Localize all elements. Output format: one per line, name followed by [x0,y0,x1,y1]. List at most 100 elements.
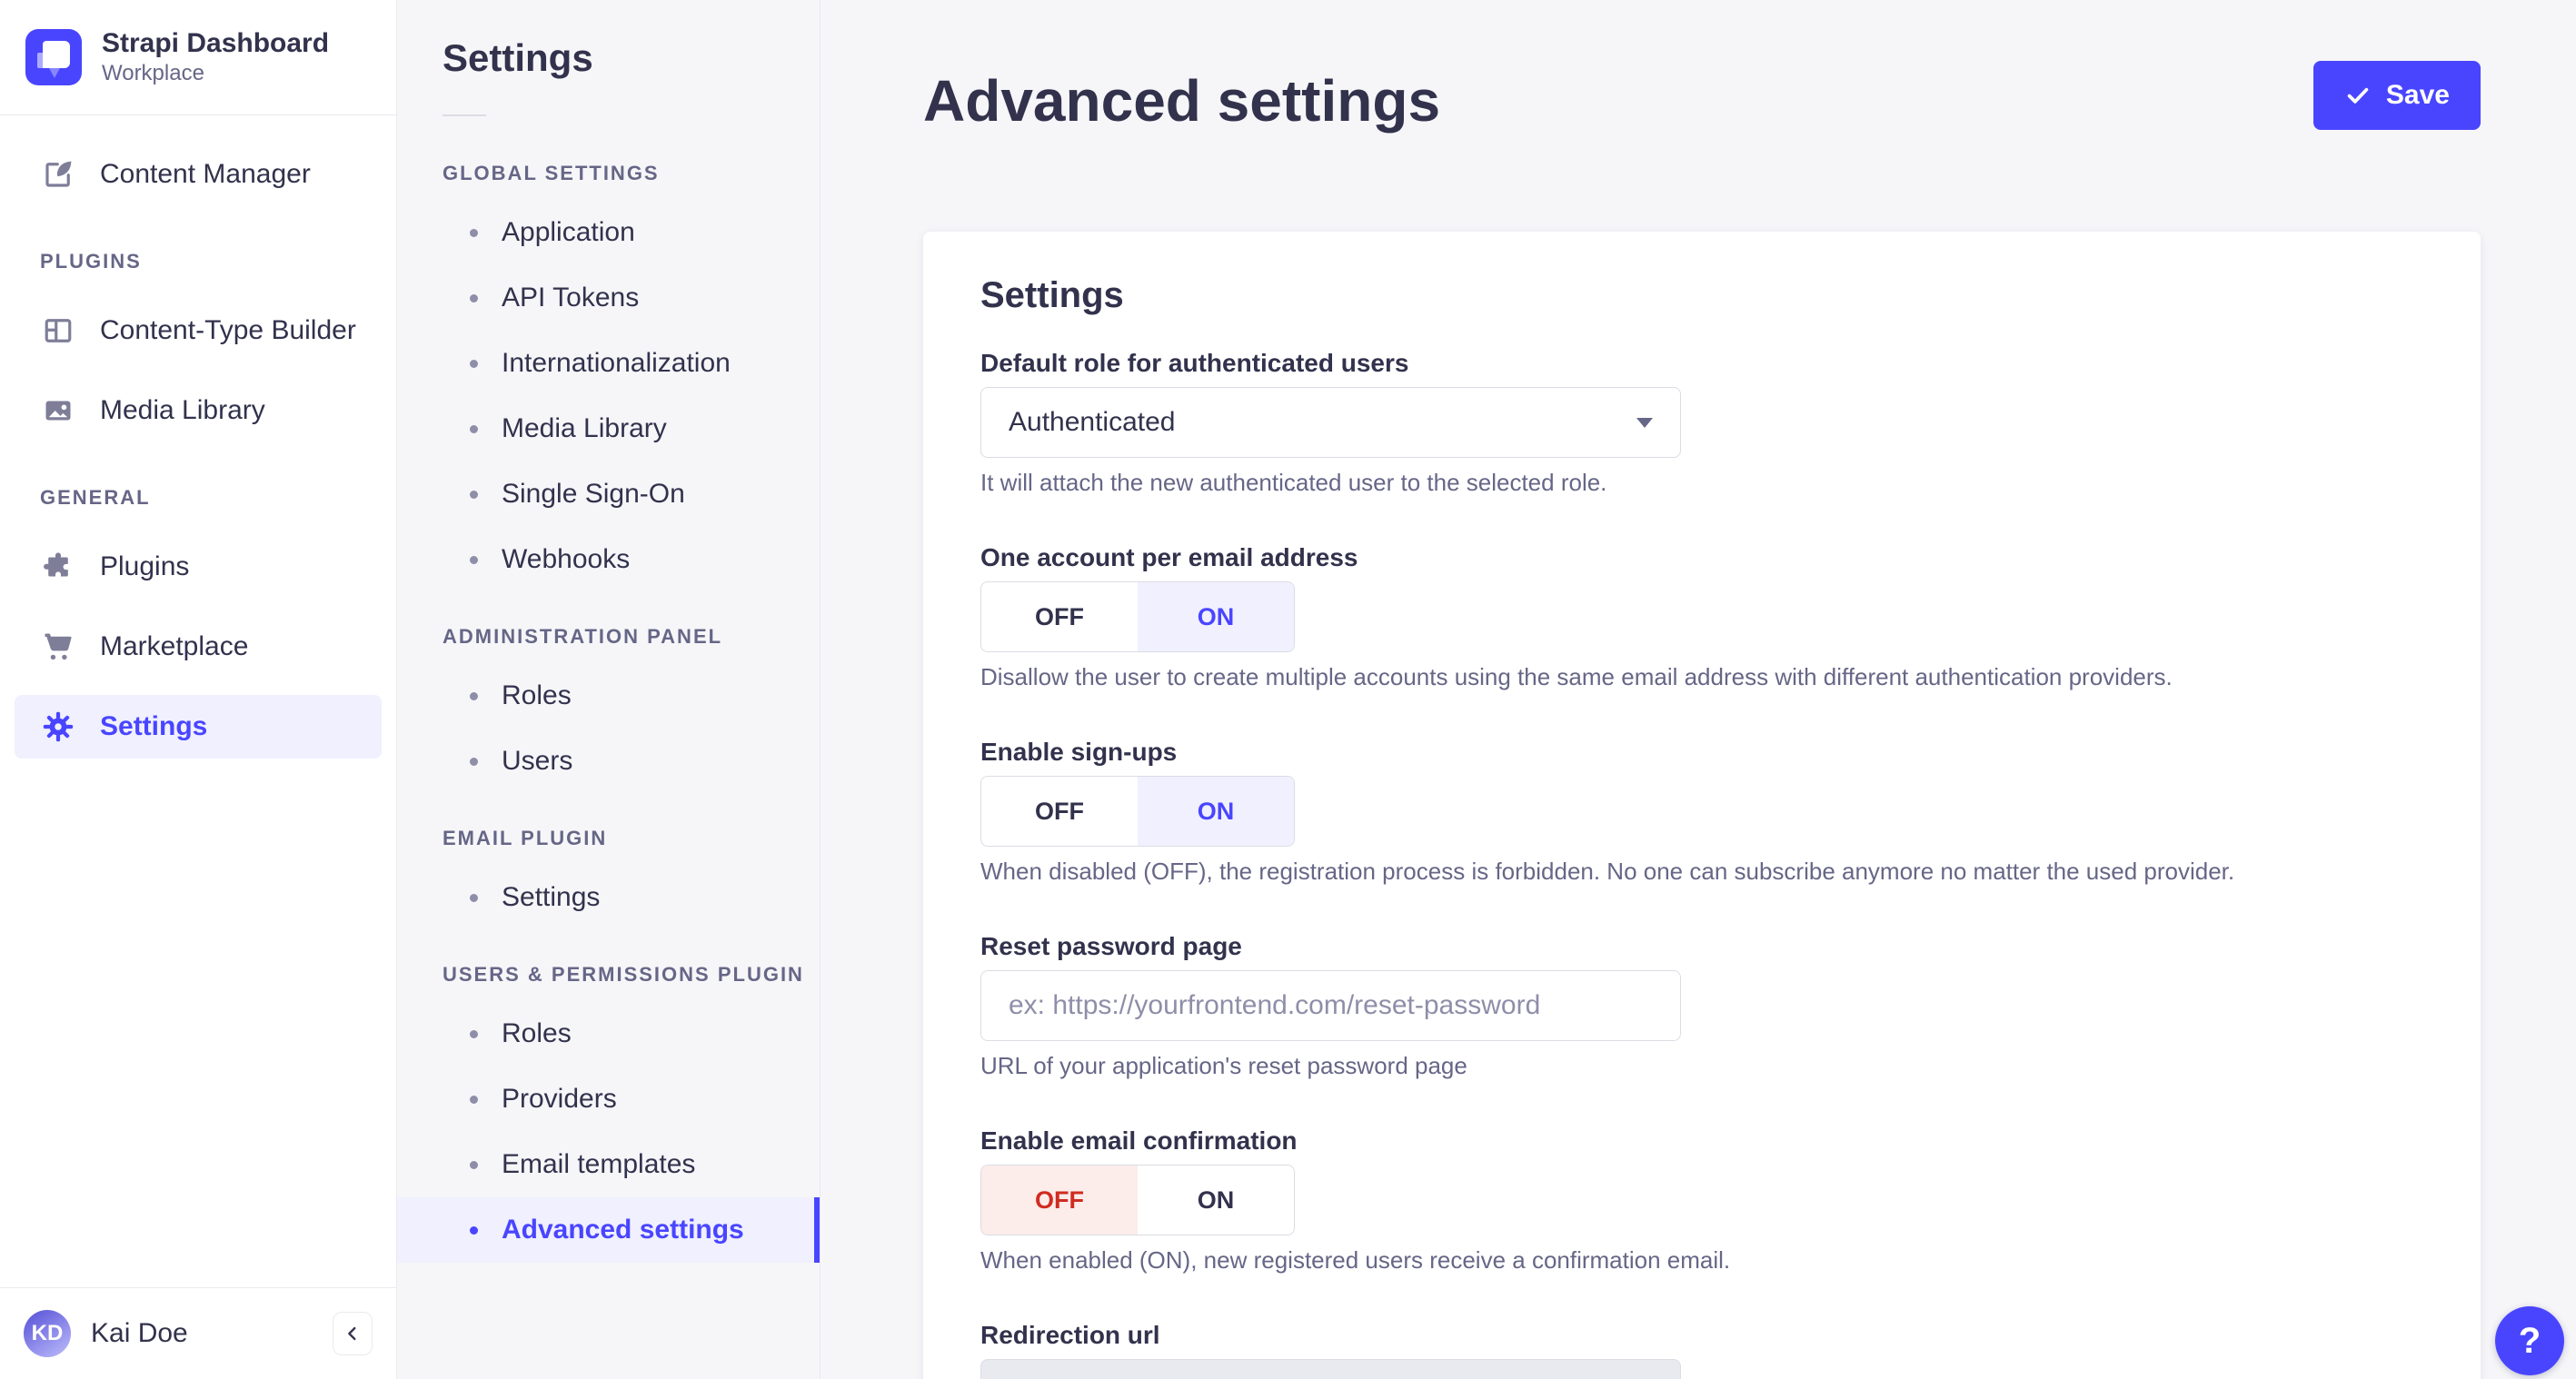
sidebar-item-media-library[interactable]: Media Library [15,379,382,442]
reset-password-page-input[interactable] [980,970,1681,1041]
sidebar-item-plugins[interactable]: Plugins [15,535,382,599]
subnav-item-application[interactable]: Application [397,200,820,265]
field-hint: URL of your application's reset password… [980,1052,1467,1079]
field-label: Default role for authenticated users [980,349,1409,377]
field-label: Enable email confirmation [980,1126,1298,1155]
sidebar-item-content-manager[interactable]: Content Manager [15,143,382,206]
bullet-icon [470,228,478,237]
default-role-select[interactable]: Authenticated [980,387,1681,458]
field-enable-email-confirmation: Enable email confirmation OFF ON When en… [980,1126,1731,1275]
content-type-builder-icon [40,313,76,349]
field-hint: It will attach the new authenticated use… [980,469,1607,496]
subnav-item-up-roles[interactable]: Roles [397,1001,820,1066]
page-title: Advanced settings [923,68,1441,134]
bullet-icon [470,1029,478,1038]
collapse-sidebar-button[interactable] [333,1312,373,1355]
sidebar-item-label: Plugins [100,551,190,581]
help-button[interactable]: ? [2495,1306,2564,1375]
chevron-down-icon [1636,417,1653,428]
sidebar-item-marketplace[interactable]: Marketplace [15,615,382,679]
sidebar-item-settings[interactable]: Settings [15,695,382,759]
field-reset-password-page: Reset password page URL of your applicat… [980,932,1681,1080]
bullet-icon [470,1095,478,1104]
field-redirection-url: Redirection url [980,1321,1681,1379]
subnav-section-users-permissions-plugin: USERS & PERMISSIONS PLUGIN [443,963,804,986]
one-account-per-email-toggle: OFF ON [980,581,1295,652]
sidebar-item-label: Marketplace [100,631,249,661]
toggle-on-option[interactable]: ON [1138,1166,1294,1235]
subnav-item-label: Settings [502,882,601,912]
enable-sign-ups-toggle: OFF ON [980,776,1295,847]
select-value: Authenticated [1009,407,1176,437]
sidebar-item-label: Content Manager [100,159,311,189]
sidebar-item-label: Media Library [100,395,265,425]
subnav-item-email-settings[interactable]: Settings [397,865,820,930]
sidebar-item-label: Content-Type Builder [100,315,356,345]
field-hint: Disallow the user to create multiple acc… [980,663,2173,690]
sidebar-section-plugins: PLUGINS [40,250,142,273]
brand[interactable]: Strapi Dashboard Workplace [0,0,396,115]
subnav-section-administration-panel: ADMINISTRATION PANEL [443,625,723,648]
toggle-off-option[interactable]: OFF [981,777,1138,846]
bullet-icon [470,424,478,433]
settings-gear-icon [40,709,76,745]
bullet-icon [470,359,478,368]
subnav-item-providers[interactable]: Providers [397,1066,820,1132]
subnav-item-webhooks[interactable]: Webhooks [397,527,820,592]
bullet-icon [470,490,478,499]
sidebar-item-label: Settings [100,711,208,741]
bullet-icon [470,1225,478,1235]
subnav-item-label: Providers [502,1084,617,1114]
settings-card: Settings Default role for authenticated … [923,232,2481,1379]
subnav-item-media-library[interactable]: Media Library [397,396,820,461]
subnav-item-email-templates[interactable]: Email templates [397,1132,820,1197]
strapi-logo-icon [25,29,82,85]
toggle-off-option[interactable]: OFF [981,582,1138,651]
card-title: Settings [980,275,1124,315]
avatar[interactable]: KD [24,1310,71,1357]
redirection-url-input [980,1359,1681,1379]
field-hint: When enabled (ON), new registered users … [980,1246,1731,1274]
toggle-on-option[interactable]: ON [1138,582,1294,651]
workspace-name: Workplace [102,61,204,85]
subnav-item-label: Email templates [502,1149,696,1179]
check-icon [2347,87,2369,104]
toggle-off-option[interactable]: OFF [981,1166,1138,1235]
user-name: Kai Doe [91,1318,188,1348]
subnav-item-admin-users[interactable]: Users [397,729,820,794]
bullet-icon [470,691,478,700]
subnav-item-api-tokens[interactable]: API Tokens [397,265,820,331]
field-label: Reset password page [980,932,1242,960]
subnav-item-label: API Tokens [502,283,640,313]
subnav-item-advanced-settings[interactable]: Advanced settings [397,1197,820,1263]
subnav-item-label: Users [502,746,573,776]
bullet-icon [470,1160,478,1169]
field-label: One account per email address [980,543,1358,571]
chevron-left-icon [348,1326,356,1341]
enable-email-confirmation-toggle: OFF ON [980,1165,1295,1235]
subnav-item-label: Roles [502,680,572,710]
question-mark-icon: ? [2518,1320,2541,1361]
sidebar-footer: KD Kai Doe [0,1287,396,1379]
subnav-divider [443,114,486,116]
subnav-item-single-sign-on[interactable]: Single Sign-On [397,461,820,527]
field-default-role: Default role for authenticated users Aut… [980,349,1681,497]
subnav-title: Settings [443,36,593,79]
save-button-label: Save [2385,80,2450,110]
subnav-section-global-settings: GLOBAL SETTINGS [443,162,660,184]
subnav-item-label: Roles [502,1018,572,1048]
subnav-item-label: Advanced settings [502,1215,744,1245]
bullet-icon [470,893,478,902]
sidebar-item-content-type-builder[interactable]: Content-Type Builder [15,299,382,362]
subnav-item-label: Media Library [502,413,667,443]
marketplace-icon [40,629,76,665]
main-content: Advanced settings Save Settings Default … [821,0,2576,1379]
subnav-item-admin-roles[interactable]: Roles [397,663,820,729]
sidebar-section-general: GENERAL [40,486,151,509]
subnav-item-internationalization[interactable]: Internationalization [397,331,820,396]
save-button[interactable]: Save [2312,61,2481,130]
toggle-on-option[interactable]: ON [1138,777,1294,846]
app-title: Strapi Dashboard [102,28,330,58]
plugins-icon [40,549,76,585]
field-label: Redirection url [980,1321,1160,1349]
